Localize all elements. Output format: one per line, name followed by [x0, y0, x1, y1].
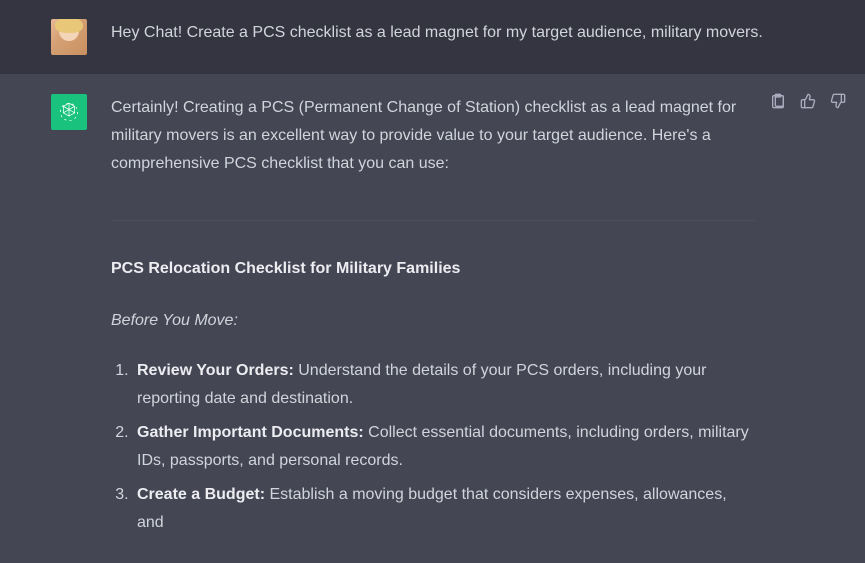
list-item-label: Create a Budget: — [137, 486, 265, 503]
openai-logo-icon — [58, 101, 80, 123]
list-item-label: Review Your Orders: — [137, 362, 294, 379]
clipboard-icon — [770, 93, 786, 109]
list-item: Gather Important Documents: Collect esse… — [133, 419, 755, 475]
assistant-avatar — [51, 94, 87, 130]
assistant-message-row: Certainly! Creating a PCS (Permanent Cha… — [0, 74, 865, 563]
copy-button[interactable] — [769, 92, 787, 110]
checklist-section-label: Before You Move: — [111, 307, 755, 335]
list-item-label: Gather Important Documents: — [137, 424, 364, 441]
message-actions — [769, 92, 847, 110]
checklist-title: PCS Relocation Checklist for Military Fa… — [111, 255, 755, 283]
user-avatar — [51, 19, 87, 55]
user-message-text: Hey Chat! Create a PCS checklist as a le… — [111, 19, 865, 55]
assistant-message-content: Certainly! Creating a PCS (Permanent Cha… — [111, 94, 865, 543]
thumbs-down-button[interactable] — [829, 92, 847, 110]
assistant-intro-text: Certainly! Creating a PCS (Permanent Cha… — [111, 94, 755, 178]
thumbs-down-icon — [830, 93, 846, 109]
checklist-ordered-list: Review Your Orders: Understand the detai… — [111, 357, 755, 537]
user-message-row: Hey Chat! Create a PCS checklist as a le… — [0, 0, 865, 74]
list-item: Create a Budget: Establish a moving budg… — [133, 481, 755, 537]
list-item: Review Your Orders: Understand the detai… — [133, 357, 755, 413]
horizontal-rule — [111, 220, 755, 221]
thumbs-up-button[interactable] — [799, 92, 817, 110]
thumbs-up-icon — [800, 93, 816, 109]
